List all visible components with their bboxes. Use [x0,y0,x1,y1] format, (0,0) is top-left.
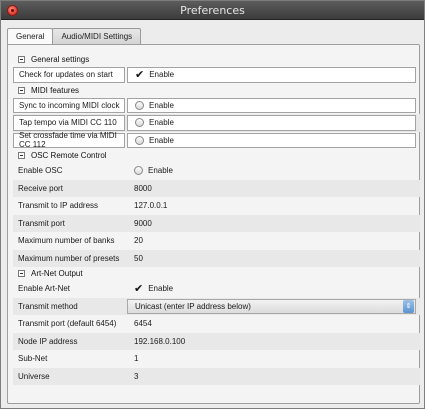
row-sub-net: Sub-Net 1 [13,350,420,368]
row-label: Universe [18,371,50,381]
tab-audio-midi-settings[interactable]: Audio/MIDI Settings [52,28,142,45]
row-label: Enable Art-Net [18,284,71,294]
checkmark-icon: ✔ [135,68,145,82]
check-updates-checkbox[interactable]: ✔ Enable [127,67,416,83]
section-title: Art-Net Output [31,269,83,278]
checkbox-label: Enable [149,118,174,128]
transmit-method-cell: Unicast (enter IP address below) ⇕ [125,298,420,316]
row-label: Sync to incoming MIDI clock [13,97,125,113]
row-receive-port: Receive port 8000 [13,179,420,198]
row-label: Transmit port [18,218,65,228]
max-banks-field[interactable]: 20 [125,232,420,250]
section-midi-features[interactable]: MIDI features [13,84,420,97]
row-sync-midi-clock: Sync to incoming MIDI clock Enable [13,97,420,115]
collapse-icon[interactable] [18,56,25,63]
unchecked-circle-icon [135,135,144,145]
checkbox-label: Enable [149,100,174,110]
midi-rows: Sync to incoming MIDI clock Enable Tap t… [13,97,420,149]
transmit-port-field[interactable]: 9000 [125,215,420,233]
row-label: Node IP address [18,336,78,346]
row-label: Maximum number of presets [18,253,120,263]
section-osc-remote-control[interactable]: OSC Remote Control [13,149,420,162]
row-universe: Universe 3 [13,367,420,386]
max-presets-field[interactable]: 50 [125,250,420,268]
unchecked-circle-icon [134,166,143,176]
row-label: Maximum number of banks [18,236,115,246]
row-artnet-transmit-port: Transmit port (default 6454) 6454 [13,315,420,333]
enable-art-net-checkbox[interactable]: ✔ Enable [125,280,420,298]
artnet-transmit-port-field[interactable]: 6454 [125,315,420,333]
updown-arrows-icon: ⇕ [403,299,414,313]
node-ip-field[interactable]: 192.168.0.100 [125,333,420,351]
row-label: Transmit method [18,301,78,311]
transmit-method-select[interactable]: Unicast (enter IP address below) ⇕ [127,298,416,314]
checkbox-label: Enable [148,284,174,294]
checkbox-label: Enable [149,135,174,145]
checkbox-label: Enable [148,166,173,176]
crossfade-time-checkbox[interactable]: Enable [127,132,416,148]
row-label: Transmit port (default 6454) [18,319,117,329]
row-transmit-port: Transmit port 9000 [13,214,420,233]
transmit-ip-field[interactable]: 127.0.0.1 [125,197,420,215]
collapse-icon[interactable] [18,270,25,277]
osc-rows: Enable OSC Enable Receive port 8000 Tran… [13,162,420,267]
artnet-rows: Enable Art-Net ✔ Enable Transmit method … [13,280,420,385]
section-title: MIDI features [31,85,80,95]
preferences-window: Preferences General Audio/MIDI Settings … [0,0,425,409]
checkbox-label: Enable [149,70,175,80]
select-value: Unicast (enter IP address below) [135,301,251,311]
collapse-icon[interactable] [18,152,25,159]
receive-port-field[interactable]: 8000 [125,180,420,198]
unchecked-circle-icon [135,100,144,110]
row-label: Receive port [18,183,63,193]
general-rows: Check for updates on start ✔ Enable [13,66,420,84]
row-enable-osc: Enable OSC Enable [13,162,420,180]
tab-bar: General Audio/MIDI Settings [7,28,142,45]
row-max-presets: Maximum number of presets 50 [13,249,420,268]
row-transmit-ip: Transmit to IP address 127.0.0.1 [13,197,420,215]
row-tap-tempo: Tap tempo via MIDI CC 110 Enable [13,114,420,132]
universe-field[interactable]: 3 [125,368,420,386]
section-title: General settings [31,55,90,64]
unchecked-circle-icon [135,118,144,128]
row-label: Set crossfade time via MIDI CC 112 [13,131,125,149]
settings-grid: General settings Check for updates on st… [13,53,420,385]
row-label: Check for updates on start [13,67,125,83]
section-art-net-output[interactable]: Art-Net Output [13,267,420,280]
row-crossfade-time: Set crossfade time via MIDI CC 112 Enabl… [13,131,420,149]
collapse-icon[interactable] [18,86,25,94]
window-title: Preferences [180,4,245,17]
row-label: Sub-Net [18,354,48,364]
tap-tempo-checkbox[interactable]: Enable [127,115,416,131]
section-general-settings[interactable]: General settings [13,53,420,66]
row-transmit-method: Transmit method Unicast (enter IP addres… [13,297,420,316]
row-enable-art-net: Enable Art-Net ✔ Enable [13,280,420,298]
title-bar[interactable]: Preferences [1,1,424,20]
row-label: Transmit to IP address [18,201,99,211]
row-label: Enable OSC [18,166,63,176]
row-check-updates: Check for updates on start ✔ Enable [13,66,420,84]
sub-net-field[interactable]: 1 [125,350,420,368]
row-max-banks: Maximum number of banks 20 [13,232,420,250]
checkmark-icon: ✔ [134,282,144,296]
section-title: OSC Remote Control [31,151,107,160]
sync-midi-clock-checkbox[interactable]: Enable [127,97,416,113]
row-label: Tap tempo via MIDI CC 110 [13,115,125,131]
row-node-ip: Node IP address 192.168.0.100 [13,332,420,351]
tab-general[interactable]: General [7,28,54,45]
enable-osc-checkbox[interactable]: Enable [125,162,420,180]
